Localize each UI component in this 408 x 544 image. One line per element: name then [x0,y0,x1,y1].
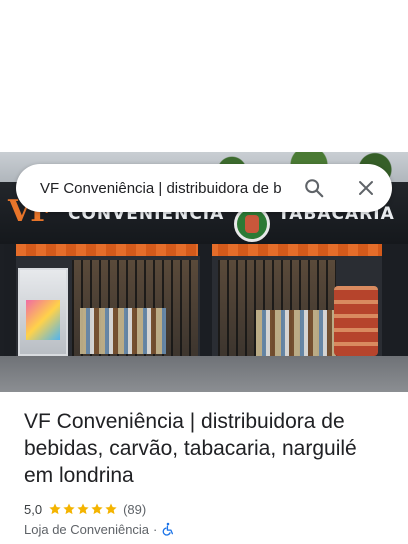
search-icon [305,179,324,198]
clear-button[interactable] [350,172,382,204]
charcoal-sacks [334,286,378,356]
place-page: VF CONVENIÊNCIA TABACARIA VF Conveniênci… [0,0,408,544]
star-icon [63,503,75,515]
close-icon [359,181,373,195]
search-bar[interactable]: VF Conveniência | distribuidora de b [16,164,392,212]
awning-left [16,244,198,256]
rating-row[interactable]: 5,0 (89) [24,500,146,518]
category-row: Loja de Conveniência · [24,520,175,538]
separator-dot: · [153,521,158,537]
review-count[interactable]: (89) [123,502,146,517]
place-category: Loja de Conveniência [24,521,150,537]
shelf-left [80,308,166,354]
star-icon [91,503,103,515]
shelf-right [256,310,336,356]
sidewalk [0,356,408,392]
wheelchair-icon [161,522,175,536]
pillar [200,244,212,360]
star-icon [105,503,117,515]
place-title: VF Conveniência | distribuidora de bebid… [24,410,357,487]
star-icon [49,503,61,515]
pillar [382,244,408,360]
search-button[interactable] [298,172,330,204]
awning-right [208,244,400,256]
claw-machine [18,268,68,356]
star-icon [77,503,89,515]
search-input[interactable]: VF Conveniência | distribuidora de b [40,178,302,200]
rating-value: 5,0 [24,501,43,517]
pillar [4,244,16,360]
star-rating [48,502,118,516]
